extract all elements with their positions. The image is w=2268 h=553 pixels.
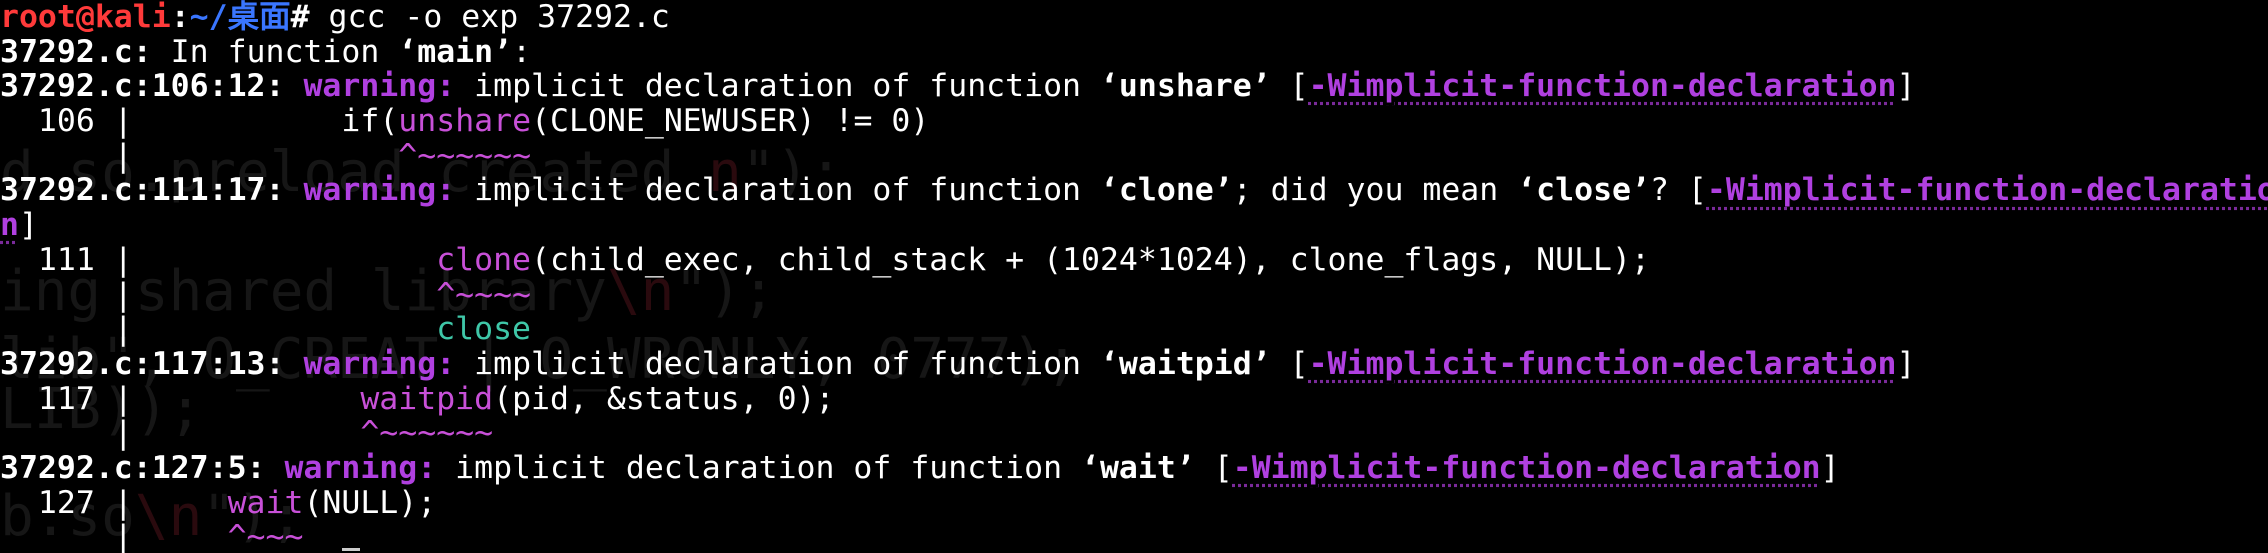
warning-line: 37292.c:106:12: warning: implicit declar… (0, 68, 1916, 105)
caret-marker: ^~~~ (227, 519, 304, 553)
highlighted-code: clone (436, 241, 532, 278)
warning-flag-link[interactable]: -Wimplicit-function-declaratio (1707, 172, 2268, 208)
warning-location: 37292.c:127:5: (0, 449, 266, 486)
highlighted-code: wait (227, 484, 304, 521)
warning-flag-link[interactable]: -Wimplicit-function-declaration (1309, 68, 1897, 104)
line-number: 111 | (0, 241, 133, 278)
function-name: ‘unshare’ (1099, 68, 1271, 105)
warning-flag-link[interactable]: -Wimplicit-function-declaration (1233, 450, 1821, 486)
command-text: gcc -o exp 37292.c (328, 0, 670, 35)
warning-line: 37292.c:127:5: warning: implicit declara… (0, 449, 1840, 486)
caret-marker: ^~~~~~~ (360, 415, 494, 452)
warning-label: warning: (303, 172, 456, 209)
fixit-line: | close (0, 311, 532, 348)
source-line: 117 | waitpid(pid, &status, 0); (0, 380, 835, 417)
terminal-window[interactable]: d so.preload created n"); ing shared lib… (0, 0, 2268, 553)
highlighted-code: unshare (398, 103, 532, 140)
prompt-path: ~/桌面 (189, 0, 291, 35)
fixit-suggestion: close (436, 311, 532, 348)
caret-line: | ^~~~~ (0, 276, 532, 313)
caret-marker: ^~~~~~~ (398, 137, 532, 174)
line-number: 127 | (0, 484, 133, 521)
prompt-symbol: # (290, 0, 329, 35)
source-line: 106 | if(unshare(CLONE_NEWUSER) != 0) (0, 103, 930, 140)
source-line: 111 | clone(child_exec, child_stack + (1… (0, 241, 1650, 278)
prompt-user-host: root@kali (0, 0, 171, 35)
caret-marker: ^~~~~ (436, 276, 532, 313)
warning-location: 37292.c:111:17: (0, 172, 285, 209)
warning-location: 37292.c:117:13: (0, 345, 285, 382)
warning-flag-link[interactable]: n (0, 207, 19, 243)
prompt-separator: : (170, 0, 190, 35)
caret-line: | ^~~~ (0, 520, 2268, 553)
highlighted-code: waitpid (360, 380, 494, 417)
line-number: 117 | (0, 380, 133, 417)
caret-line: | ^~~~~~~ (0, 415, 494, 452)
function-name: ‘clone’ (1099, 172, 1233, 209)
function-name: ‘wait’ (1081, 449, 1195, 486)
warning-label: warning: (284, 449, 437, 486)
terminal-output: root@kali:~/桌面# gcc -o exp 37292.c 37292… (0, 0, 2268, 553)
warning-flag-link[interactable]: -Wimplicit-function-declaration (1309, 346, 1897, 382)
warning-line: 37292.c:117:13: warning: implicit declar… (0, 345, 1916, 382)
line-number: 106 | (0, 103, 133, 140)
warning-line: 37292.c:111:17: warning: implicit declar… (0, 173, 2268, 208)
warning-label: warning: (303, 68, 456, 105)
warning-label: warning: (303, 345, 456, 382)
wrapped-line: n] (0, 207, 38, 244)
in-function-line: 37292.c: In function ‘main’: (0, 33, 532, 70)
prompt-line: root@kali:~/桌面# gcc -o exp 37292.c (0, 0, 2268, 35)
suggested-function: ‘close’ (1517, 172, 1650, 209)
caret-line: | ^~~~~~~ (0, 137, 532, 174)
function-name: ‘waitpid’ (1099, 345, 1271, 382)
warning-location: 37292.c:106:12: (0, 68, 285, 105)
source-line: 127 | wait(NULL); (0, 484, 437, 521)
